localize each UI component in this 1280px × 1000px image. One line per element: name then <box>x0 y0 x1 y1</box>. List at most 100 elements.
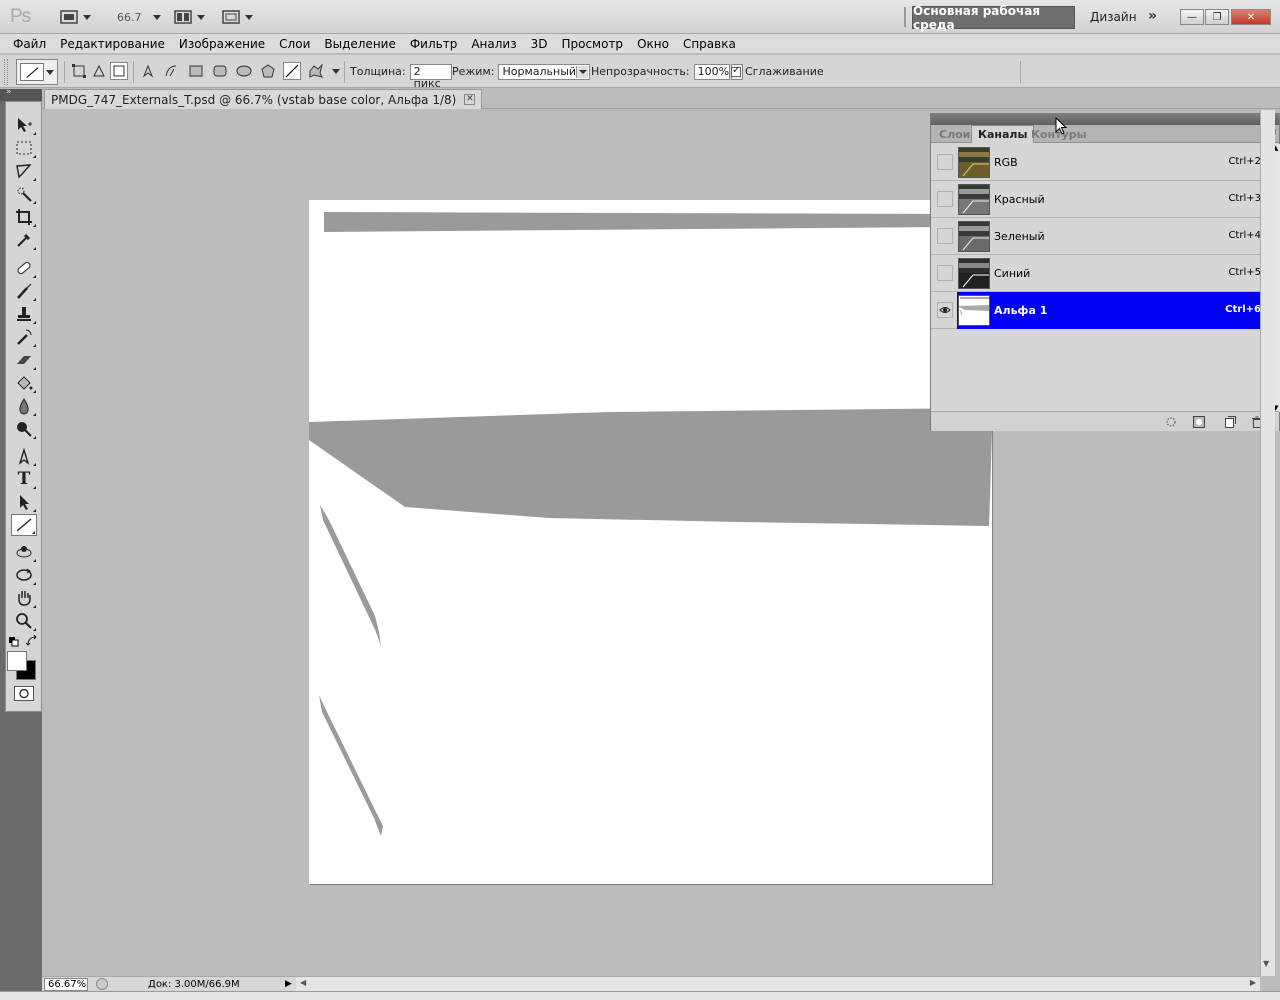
rounded-rectangle-button[interactable] <box>211 62 229 80</box>
antialias-checkbox[interactable]: Сглаживание <box>731 55 824 88</box>
menu-file[interactable]: Файл <box>6 37 53 51</box>
menu-edit[interactable]: Редактирование <box>53 37 172 51</box>
zoom-level-dropdown[interactable]: 66.7 <box>117 8 161 26</box>
paths-button[interactable] <box>90 62 108 80</box>
restore-icon: ❐ <box>1212 11 1222 23</box>
visibility-toggle[interactable] <box>937 265 953 281</box>
divider <box>1020 61 1021 83</box>
clone-stamp-tool[interactable] <box>11 303 37 325</box>
menu-select[interactable]: Выделение <box>317 37 402 51</box>
channel-row-rgb[interactable]: RGB Ctrl+2 <box>931 144 1271 181</box>
restore-button[interactable]: ❐ <box>1205 9 1229 25</box>
custom-shape-button[interactable] <box>307 62 325 80</box>
visibility-toggle[interactable] <box>937 228 953 244</box>
horizontal-scrollbar[interactable]: ◀ ▶ <box>296 976 1260 991</box>
menu-layers[interactable]: Слои <box>272 37 317 51</box>
quick-selection-tool[interactable] <box>11 183 37 205</box>
rectangular-marquee-tool[interactable] <box>11 137 37 159</box>
menu-view[interactable]: Просмотр <box>554 37 630 51</box>
polygon-tool-button[interactable] <box>259 62 277 80</box>
opacity-input[interactable]: 100% <box>693 63 730 80</box>
tool-preset-picker[interactable] <box>16 59 58 85</box>
zoom-tool[interactable] <box>11 610 37 632</box>
status-menu-arrow-icon[interactable]: ▶ <box>285 979 292 989</box>
rectangle-tool-button[interactable] <box>187 62 205 80</box>
chevron-down-icon[interactable] <box>332 69 340 74</box>
status-zoom-input[interactable]: 66.67% <box>44 977 88 991</box>
workspace-more-button[interactable]: » <box>1148 8 1157 24</box>
panel-title-bar[interactable]: ◂◂ <box>931 112 1279 125</box>
eyedropper-tool[interactable] <box>11 229 37 251</box>
arrange-documents-button[interactable] <box>174 8 205 26</box>
eraser-icon <box>17 356 31 364</box>
lasso-tool[interactable] <box>11 160 37 182</box>
dodge-tool[interactable] <box>11 418 37 440</box>
save-selection-as-channel-button[interactable] <box>1193 416 1205 428</box>
mode-label: Режим: <box>452 65 495 78</box>
quick-mask-button[interactable] <box>14 686 34 701</box>
foreground-color-swatch[interactable] <box>7 651 27 671</box>
scroll-left-icon[interactable]: ◀ <box>300 978 306 987</box>
screen-mode-icon <box>222 10 240 24</box>
workspace-design-button[interactable]: Дизайн <box>1090 10 1137 24</box>
channel-row-alpha-1[interactable]: Альфа 1 Ctrl+6 <box>931 292 1271 329</box>
menu-analysis[interactable]: Анализ <box>464 37 523 51</box>
swap-colors-button[interactable] <box>25 634 38 647</box>
screen-mode-button[interactable] <box>222 8 253 26</box>
blend-mode-select[interactable]: Нормальный <box>498 63 591 80</box>
scroll-down-icon[interactable]: ▼ <box>1263 959 1269 968</box>
document-tab[interactable]: PMDG_747_Externals_T.psd @ 66.7% (vstab … <box>44 89 483 109</box>
history-brush-tool[interactable] <box>11 326 37 348</box>
menu-3d[interactable]: 3D <box>524 37 555 51</box>
freeform-pen-button[interactable] <box>162 62 180 80</box>
swap-arrows-icon <box>25 634 37 646</box>
workspace-essentials-button[interactable]: Основная рабочая среда <box>912 4 1075 32</box>
move-tool[interactable] <box>11 114 37 136</box>
shape-layers-button[interactable] <box>70 62 88 80</box>
new-channel-button[interactable] <box>1224 416 1236 428</box>
channel-row-red[interactable]: Красный Ctrl+3 <box>931 181 1271 218</box>
vertical-scrollbar[interactable]: ▼ <box>1260 110 1275 976</box>
type-tool[interactable]: T <box>11 468 37 490</box>
scroll-right-icon[interactable]: ▶ <box>1250 978 1256 987</box>
visibility-toggle[interactable] <box>937 302 953 318</box>
healing-brush-tool[interactable] <box>11 257 37 279</box>
fill-pixels-button[interactable] <box>110 62 128 80</box>
eraser-tool[interactable] <box>11 349 37 371</box>
line-icon <box>16 518 32 532</box>
line-tool-button[interactable] <box>283 62 301 80</box>
menu-filter[interactable]: Фильтр <box>403 37 464 51</box>
pen-tool[interactable] <box>11 445 37 467</box>
close-tab-icon[interactable]: ✕ <box>464 94 476 105</box>
tab-layers[interactable]: Слои <box>933 125 976 143</box>
channel-row-green[interactable]: Зеленый Ctrl+4 <box>931 218 1271 255</box>
channel-shortcut: Ctrl+2 <box>1228 156 1261 167</box>
line-tool[interactable] <box>11 514 37 536</box>
crop-tool[interactable] <box>11 206 37 228</box>
brush-tool[interactable] <box>11 280 37 302</box>
close-button[interactable]: ✕ <box>1231 9 1271 25</box>
load-channel-as-selection-button[interactable] <box>1165 416 1177 428</box>
channel-row-blue[interactable]: Синий Ctrl+5 <box>931 255 1271 292</box>
default-colors-button[interactable] <box>9 636 19 647</box>
blur-tool[interactable] <box>11 395 37 417</box>
toolbox-collapse-bar[interactable]: » <box>0 87 42 101</box>
menu-window[interactable]: Окно <box>630 37 676 51</box>
minimize-button[interactable]: — <box>1180 9 1204 25</box>
status-options-icon[interactable] <box>96 978 108 990</box>
path-selection-tool[interactable] <box>11 491 37 513</box>
3d-orbit-tool[interactable] <box>11 564 37 586</box>
ellipse-tool-button[interactable] <box>235 62 253 80</box>
menu-image[interactable]: Изображение <box>172 37 272 51</box>
document-canvas[interactable] <box>309 200 992 884</box>
thickness-input[interactable]: 2 пикс <box>409 63 452 89</box>
paint-bucket-tool[interactable] <box>11 372 37 394</box>
pen-tool-button[interactable] <box>139 62 157 80</box>
grip-handle[interactable] <box>4 59 8 85</box>
menu-help[interactable]: Справка <box>676 37 743 51</box>
3d-rotate-tool[interactable] <box>11 541 37 563</box>
launch-bridge-button[interactable] <box>60 8 91 26</box>
visibility-toggle[interactable] <box>937 191 953 207</box>
visibility-toggle[interactable] <box>937 154 953 170</box>
hand-tool[interactable] <box>11 587 37 609</box>
